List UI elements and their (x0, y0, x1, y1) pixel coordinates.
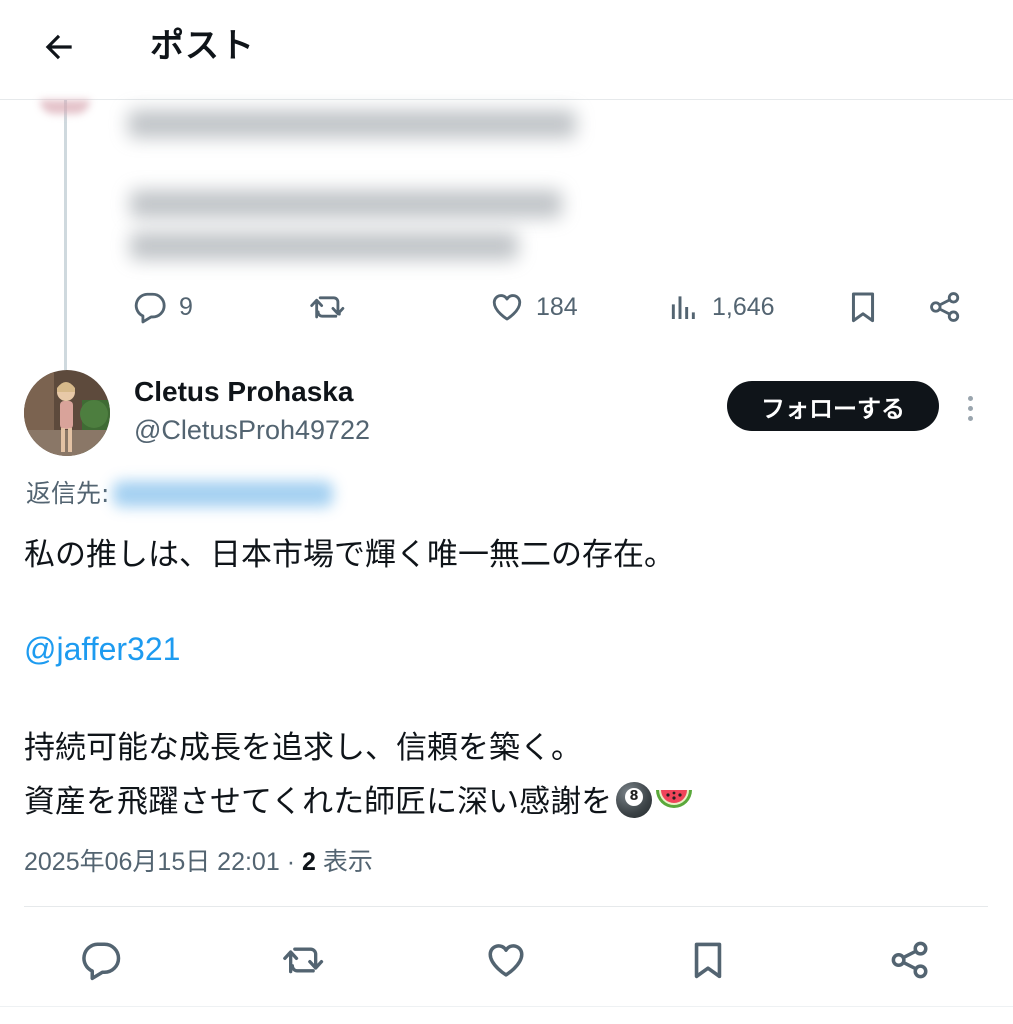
view-count-value: 2 (301, 848, 316, 876)
bar-chart-icon (671, 296, 695, 319)
repost-button[interactable] (274, 930, 334, 990)
heart-icon (488, 944, 524, 977)
blurred-parent-text (130, 190, 562, 218)
mention-link[interactable]: @jaffer321 (24, 631, 180, 667)
view-count-label: 表示 (315, 848, 373, 876)
post-text-line: 資産を飛躍させてくれた師匠に深い感謝を (24, 779, 984, 825)
like-button[interactable] (476, 930, 536, 990)
parent-repost-button[interactable] (308, 280, 348, 334)
more-vertical-icon (967, 395, 973, 401)
heart-icon (492, 294, 522, 321)
view-count: 1,646 (712, 292, 775, 321)
reply-button[interactable] (71, 930, 131, 990)
parent-share-button[interactable] (928, 280, 962, 334)
bookmark-icon (851, 292, 875, 323)
comment-icon (134, 292, 166, 324)
reply-count: 9 (179, 292, 193, 321)
more-options-button[interactable] (955, 388, 985, 428)
reply-to-line: 返信先: (26, 474, 334, 514)
parent-reply-button[interactable]: 9 (133, 280, 193, 334)
page-title: ポスト (150, 26, 255, 66)
share-icon (930, 292, 960, 322)
parent-avatar[interactable] (40, 100, 90, 114)
parent-bookmark-button[interactable] (848, 280, 878, 334)
arrow-left-icon (45, 34, 72, 60)
back-button[interactable] (36, 24, 82, 70)
parent-views-button[interactable]: 1,646 (668, 280, 775, 334)
author-avatar[interactable] (24, 370, 110, 456)
author-display-name[interactable]: Cletus Prohaska (134, 374, 353, 410)
parent-action-bar: 9 184 1,646 (0, 280, 1013, 334)
post-action-bar (0, 930, 1013, 990)
like-count: 184 (536, 292, 578, 321)
watermelon-emoji (656, 790, 693, 808)
share-icon (891, 941, 928, 979)
bookmark-icon (694, 942, 722, 979)
meta-separator: · (279, 848, 302, 876)
post-text-line: 持続可能な成長を追求し、信頼を築く。 (24, 730, 582, 766)
8-ball-emoji (616, 782, 653, 818)
reply-to-label: 返信先: (26, 479, 110, 508)
top-bar: ポスト (0, 0, 1013, 100)
author-handle[interactable]: @CletusProh49722 (134, 412, 370, 448)
post-text-line: 私の推しは、日本市場で輝く唯一無二の存在。 (24, 537, 675, 573)
parent-like-button[interactable]: 184 (490, 280, 578, 334)
repost-icon (283, 947, 324, 974)
post-meta: 2025年06月15日 22:01 · 2 表示 (24, 842, 373, 882)
bookmark-button[interactable] (678, 930, 738, 990)
post-timestamp[interactable]: 2025年06月15日 22:01 (24, 848, 280, 876)
blurred-parent-text (128, 110, 576, 138)
follow-button[interactable]: フォローする (727, 381, 939, 431)
comment-icon (82, 942, 121, 981)
post-mention-line: @jaffer321 (24, 626, 984, 673)
post-text-fragment: 資産を飛躍させてくれた師匠に深い感謝を (24, 784, 613, 820)
divider (24, 906, 988, 907)
blurred-parent-text (130, 232, 518, 260)
repost-icon (310, 296, 345, 319)
bottom-divider (0, 1006, 1013, 1007)
share-button[interactable] (880, 930, 940, 990)
reply-target-link[interactable] (113, 481, 334, 507)
